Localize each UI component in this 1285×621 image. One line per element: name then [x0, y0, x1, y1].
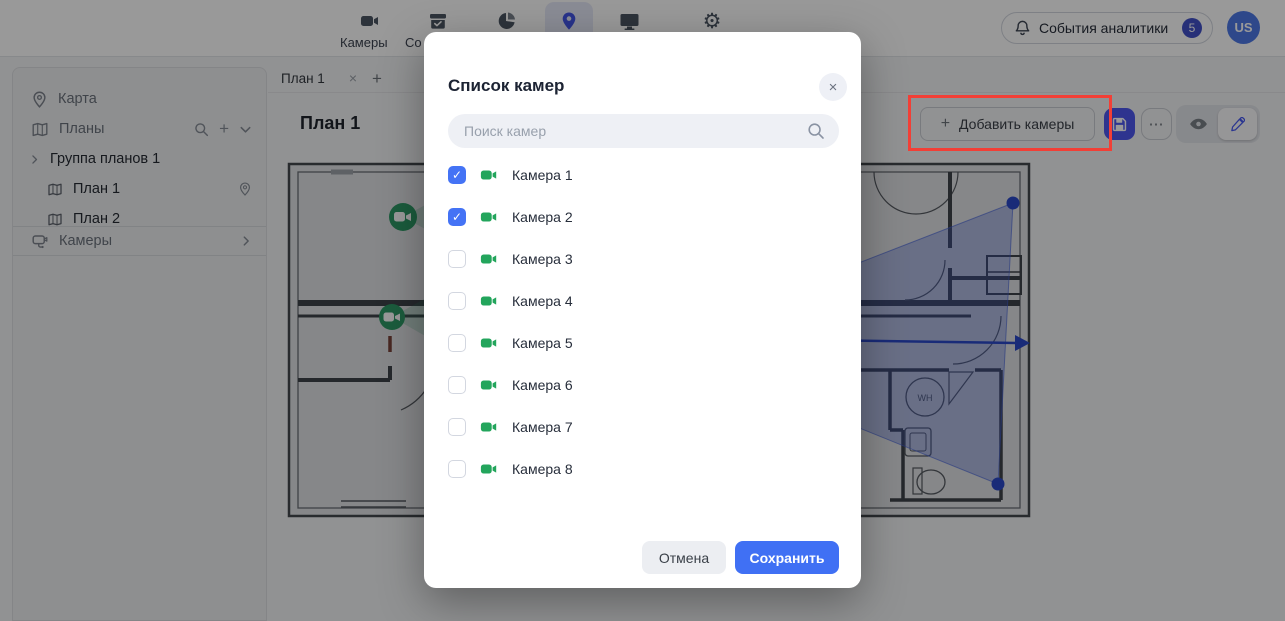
camera-search-input[interactable] [464, 123, 807, 139]
save-button[interactable]: Сохранить [735, 541, 839, 574]
checkbox-unchecked[interactable] [448, 250, 466, 268]
camera-name: Камера 2 [512, 209, 573, 225]
cancel-button[interactable]: Отмена [642, 541, 726, 574]
checkbox-unchecked[interactable] [448, 418, 466, 436]
camera-name: Камера 6 [512, 377, 573, 393]
camera-icon [480, 294, 498, 308]
camera-row[interactable]: ✓ Камера 2 [448, 203, 838, 231]
camera-row[interactable]: ✓ Камера 1 [448, 161, 838, 189]
camera-icon [480, 462, 498, 476]
camera-icon [480, 378, 498, 392]
camera-name: Камера 7 [512, 419, 573, 435]
checkbox-checked[interactable]: ✓ [448, 166, 466, 184]
camera-row[interactable]: Камера 4 [448, 287, 838, 315]
camera-icon [480, 336, 498, 350]
camera-icon [480, 252, 498, 266]
checkbox-unchecked[interactable] [448, 376, 466, 394]
modal-close-button[interactable]: × [819, 73, 847, 101]
camera-search [448, 114, 839, 148]
camera-row[interactable]: Камера 7 [448, 413, 838, 441]
camera-icon [480, 420, 498, 434]
camera-icon [480, 168, 498, 182]
camera-list-modal: Список камер × ✓ Камера 1 ✓ Камера 2 Кам… [424, 32, 861, 588]
checkbox-unchecked[interactable] [448, 334, 466, 352]
checkbox-unchecked[interactable] [448, 460, 466, 478]
search-icon [807, 122, 825, 140]
annotation-highlight-rect [908, 95, 1112, 151]
camera-name: Камера 8 [512, 461, 573, 477]
camera-name: Камера 1 [512, 167, 573, 183]
camera-name: Камера 3 [512, 251, 573, 267]
camera-name: Камера 4 [512, 293, 573, 309]
modal-title: Список камер [448, 76, 564, 96]
checkbox-checked[interactable]: ✓ [448, 208, 466, 226]
camera-row[interactable]: Камера 6 [448, 371, 838, 399]
camera-name: Камера 5 [512, 335, 573, 351]
camera-row[interactable]: Камера 3 [448, 245, 838, 273]
camera-row[interactable]: Камера 8 [448, 455, 838, 483]
camera-icon [480, 210, 498, 224]
close-icon: × [829, 79, 838, 96]
checkbox-unchecked[interactable] [448, 292, 466, 310]
camera-row[interactable]: Камера 5 [448, 329, 838, 357]
